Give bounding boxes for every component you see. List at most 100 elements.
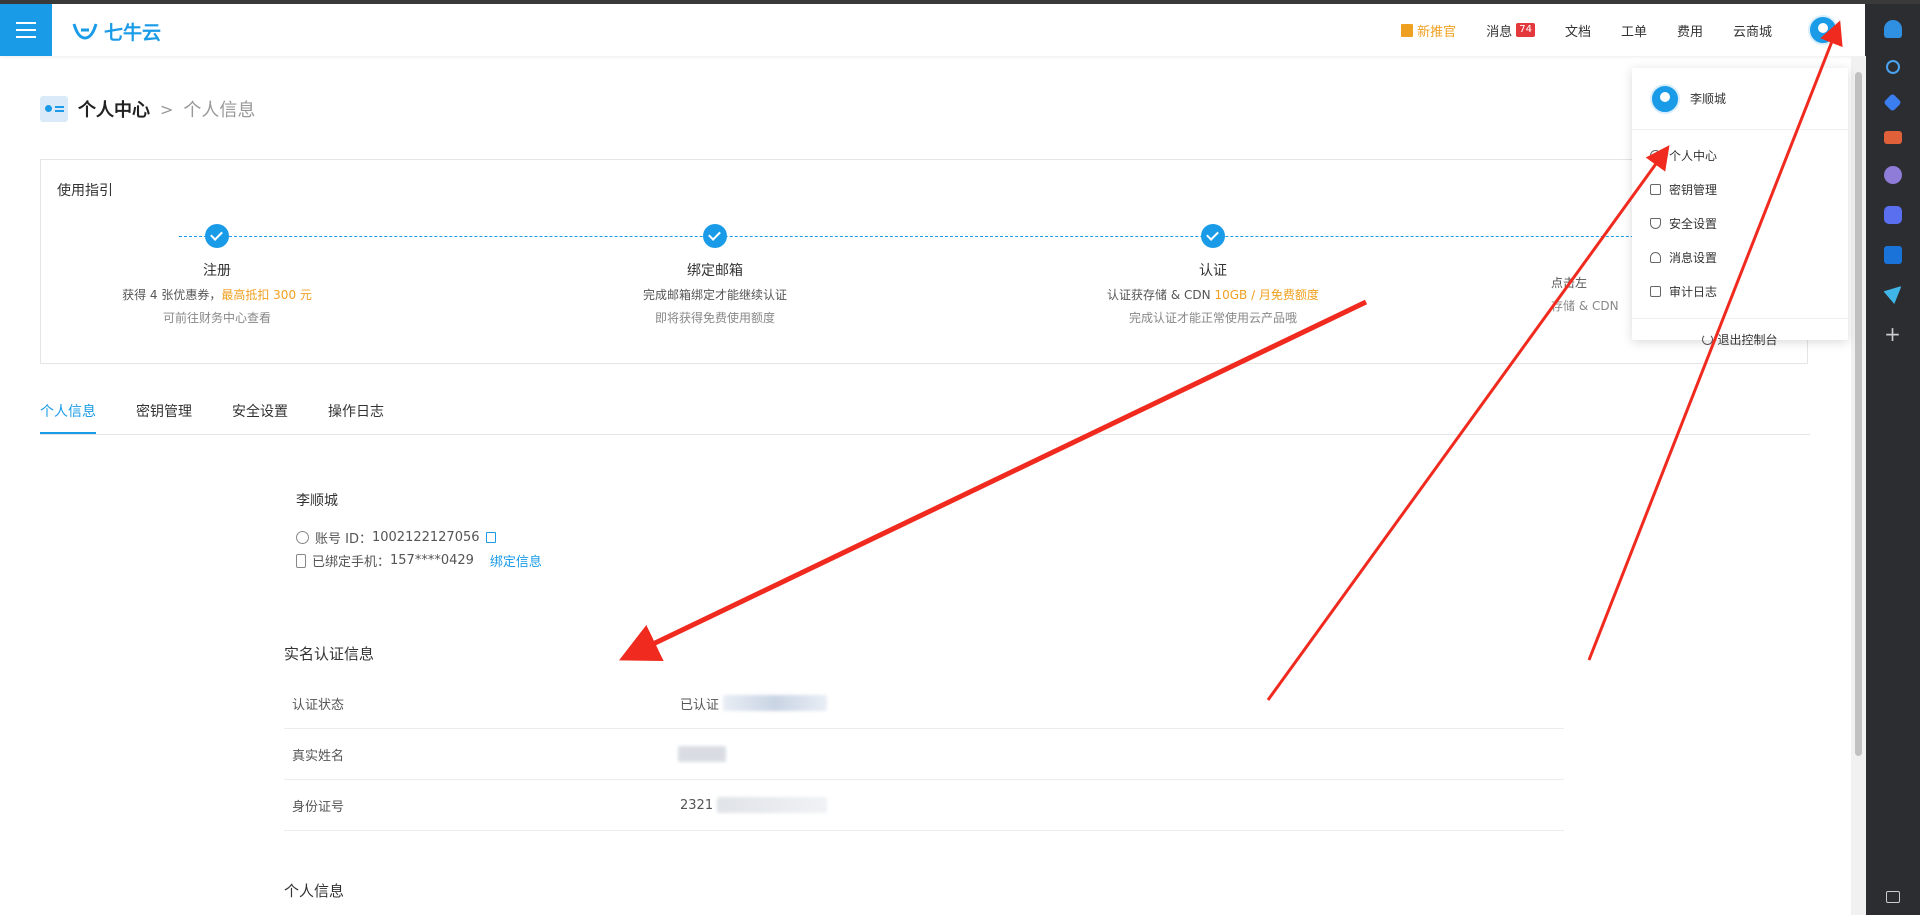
dropdown-item-security[interactable]: 安全设置: [1632, 206, 1848, 240]
toolbox-icon[interactable]: [1883, 131, 1902, 144]
id-number-value: 2321: [680, 797, 714, 813]
account-id-label: 账号 ID：: [315, 532, 372, 547]
lock-icon: [1650, 183, 1661, 195]
row-value: [674, 746, 726, 762]
breadcrumb-main[interactable]: 个人中心: [78, 96, 150, 122]
nav-billing-label: 费用: [1676, 24, 1703, 40]
usage-guide-title: 使用指引: [57, 183, 113, 199]
redacted-blur: [717, 797, 828, 813]
step-desc-text: 认证获存储 & CDN: [1107, 288, 1215, 302]
outlook-icon[interactable]: [1883, 246, 1902, 264]
check-icon: [703, 224, 727, 248]
profile-username: 李顺城: [296, 493, 338, 509]
nav-tickets[interactable]: 工单: [1621, 21, 1647, 40]
breadcrumb-separator: >: [160, 99, 174, 119]
step-subdesc: 即将获得免费使用额度: [654, 311, 775, 325]
gift-icon: [1401, 23, 1414, 37]
user-avatar[interactable]: [1808, 15, 1838, 45]
step-subdesc: 可前往财务中心查看: [162, 311, 271, 325]
monitor-icon: [1650, 285, 1661, 297]
nav-docs[interactable]: 文档: [1565, 21, 1591, 40]
breadcrumb-current: 个人信息: [183, 100, 256, 121]
browser-side-panel: +: [1865, 4, 1920, 915]
dropdown-item-label: 消息设置: [1669, 250, 1718, 265]
guide-step-verify: 认证 认证获存储 & CDN 10GB / 月免费额度 完成认证才能正常使用云产…: [1063, 224, 1363, 326]
logout-label: 退出控制台: [1717, 332, 1778, 347]
screenshot-icon[interactable]: [1885, 891, 1900, 903]
power-icon: [1702, 333, 1714, 345]
step-name: 绑定邮箱: [687, 263, 743, 279]
nav-messages[interactable]: 消息 74: [1486, 21, 1535, 40]
nav-marketplace-label: 云商城: [1732, 24, 1772, 40]
realname-table: 认证状态 已认证 真实姓名 身份证号 2321: [284, 678, 1564, 831]
tab-operation-log[interactable]: 操作日志: [328, 385, 384, 434]
table-row: 真实姓名: [284, 729, 1564, 780]
personal-section-title: 个人信息: [284, 882, 345, 900]
dropdown-item-personal-center[interactable]: 个人中心: [1632, 138, 1848, 172]
dropdown-username: 李顺城: [1690, 92, 1727, 106]
user-icon: [296, 531, 309, 544]
logo-text: 七牛云: [104, 22, 162, 44]
phone-value: 157****0429: [390, 553, 474, 568]
row-label: 身份证号: [292, 799, 345, 815]
account-id-row: 账号 ID： 1002122127056: [296, 528, 542, 547]
nav-billing[interactable]: 费用: [1677, 21, 1703, 40]
step-desc: 认证获存储 & CDN 10GB / 月免费额度: [1063, 286, 1363, 303]
nav-promo[interactable]: 新推官: [1401, 21, 1456, 40]
tab-personal-info[interactable]: 个人信息: [40, 385, 96, 434]
qiniu-logo[interactable]: 七牛云: [72, 18, 161, 45]
dropdown-avatar: [1650, 83, 1680, 114]
dropdown-item-label: 安全设置: [1669, 216, 1718, 231]
tab-security-settings[interactable]: 安全设置: [232, 385, 288, 434]
bind-info-link[interactable]: 绑定信息: [490, 551, 542, 570]
add-icon[interactable]: +: [1884, 324, 1901, 344]
row-value: 已认证: [680, 694, 828, 713]
search-icon[interactable]: [1885, 60, 1900, 74]
people-icon[interactable]: [1883, 166, 1902, 184]
step-desc: 完成邮箱绑定才能继续认证: [565, 286, 865, 303]
verify-status-value: 已认证: [680, 697, 720, 713]
step-desc-text: 点击左: [1551, 276, 1588, 290]
phone-icon: [296, 553, 306, 568]
dropdown-item-audit-log[interactable]: 审计日志: [1632, 274, 1848, 308]
row-label: 认证状态: [292, 697, 345, 713]
redacted-blur: [723, 695, 828, 711]
tag-icon[interactable]: [1883, 93, 1902, 112]
step-desc-highlight: 最高抵扣 300 元: [221, 288, 312, 302]
dropdown-item-key-management[interactable]: 密钥管理: [1632, 172, 1848, 206]
copilot-icon[interactable]: [1883, 206, 1902, 224]
check-icon: [205, 224, 229, 248]
top-nav: 新推官 消息 74 文档 工单 费用 云商城: [1371, 4, 1866, 56]
breadcrumb: 个人中心 > 个人信息: [40, 96, 255, 122]
id-card-icon: [40, 96, 68, 122]
tab-key-management[interactable]: 密钥管理: [136, 385, 192, 434]
profile-summary: 李顺城 账号 ID： 1002122127056 已绑定手机： 157****0…: [296, 490, 542, 570]
user-icon: [1650, 149, 1661, 161]
send-icon[interactable]: [1883, 286, 1902, 304]
nav-tickets-label: 工单: [1620, 24, 1647, 40]
step-name: 注册: [203, 263, 231, 279]
step-desc-text: 完成邮箱绑定才能继续认证: [642, 288, 787, 302]
nav-marketplace[interactable]: 云商城: [1733, 21, 1772, 40]
progress-dashed-line: [179, 236, 1739, 237]
shield-icon: [1650, 217, 1661, 229]
scrollbar-thumb[interactable]: [1855, 72, 1862, 756]
guide-step-email: 绑定邮箱 完成邮箱绑定才能继续认证 即将获得免费使用额度: [565, 224, 865, 326]
phone-row: 已绑定手机： 157****0429 绑定信息: [296, 551, 542, 570]
menu-icon[interactable]: [0, 4, 52, 56]
logout-button[interactable]: 退出控制台: [1632, 319, 1848, 359]
nav-promo-label: 新推官: [1417, 24, 1457, 40]
dropdown-user-header: 李顺城: [1632, 68, 1848, 130]
redacted-blur: [678, 746, 726, 762]
dropdown-item-label: 审计日志: [1669, 284, 1718, 299]
bell-icon[interactable]: [1883, 20, 1902, 38]
step-name: 认证: [1199, 263, 1227, 279]
bell-icon: [1650, 251, 1661, 263]
usage-guide-panel: 使用指引 注册 获得 4 张优惠券，最高抵扣 300 元 可前往财务中心查看 绑…: [40, 159, 1808, 364]
user-dropdown-menu: 李顺城 个人中心 密钥管理 安全设置 消息设置 审计日志 退出控制台: [1632, 68, 1848, 347]
copy-icon[interactable]: [485, 532, 496, 543]
dropdown-item-notifications[interactable]: 消息设置: [1632, 240, 1848, 274]
guide-step-register: 注册 获得 4 张优惠券，最高抵扣 300 元 可前往财务中心查看: [67, 224, 367, 326]
realname-section-title: 实名认证信息: [284, 645, 375, 663]
dropdown-item-label: 个人中心: [1669, 148, 1718, 163]
